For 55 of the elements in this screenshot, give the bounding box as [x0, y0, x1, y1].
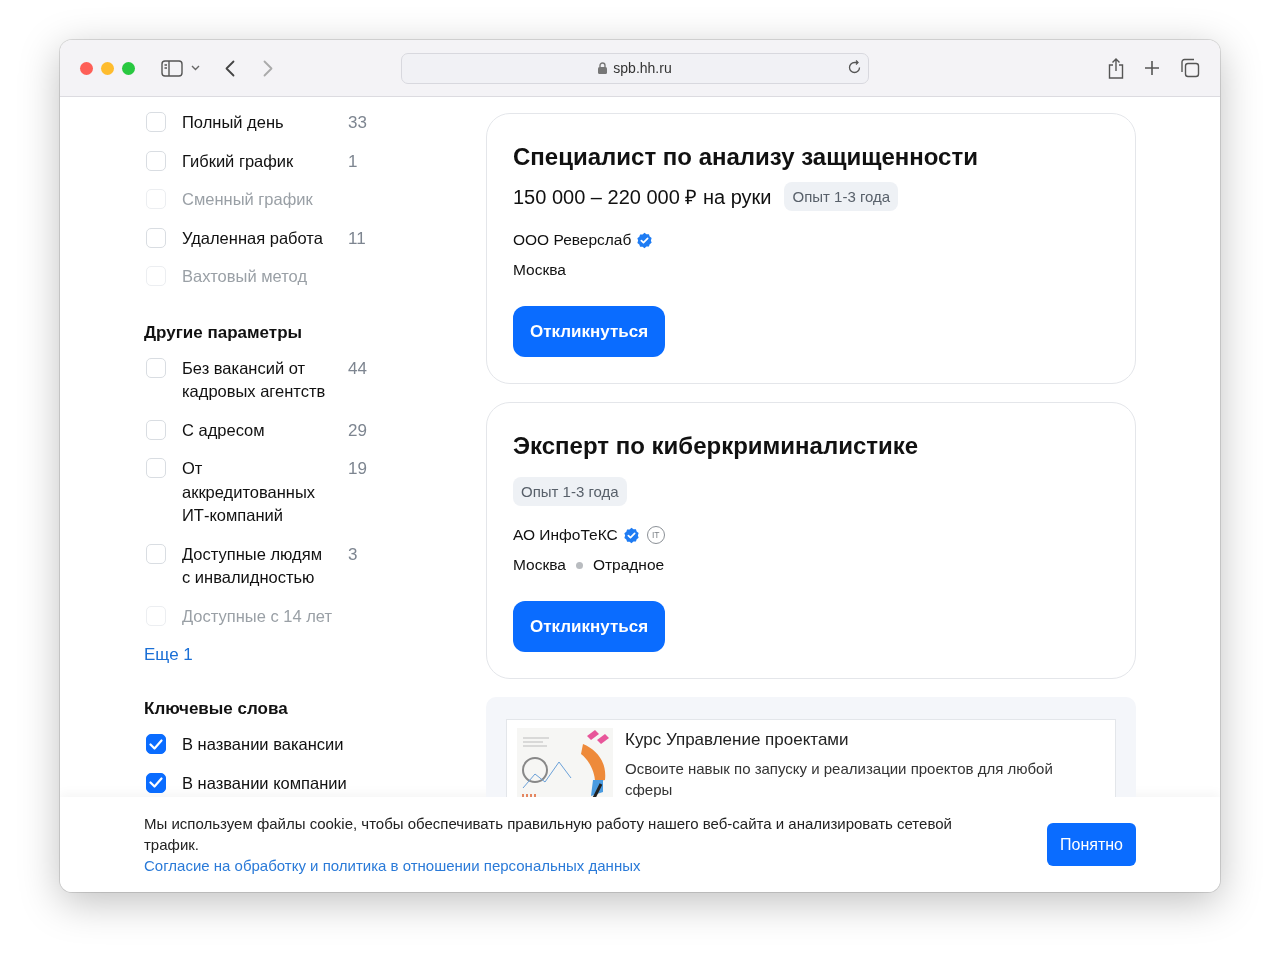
- respond-button[interactable]: Откликнуться: [513, 601, 666, 652]
- chevron-down-icon[interactable]: [191, 65, 200, 71]
- course-title: Курс Управление проектами: [625, 730, 850, 750]
- filter-count: 11: [348, 227, 366, 250]
- section-heading: Ключевые слова: [144, 699, 289, 719]
- section-heading: Другие параметры: [144, 322, 304, 343]
- metro-station: Отрадное: [592, 556, 665, 574]
- back-icon[interactable]: [225, 59, 235, 77]
- filter-label: Гибкий график: [182, 150, 295, 172]
- vacancy-title[interactable]: Эксперт по киберкриминалистике: [513, 431, 1109, 461]
- lock-icon: [598, 62, 608, 74]
- filter-label: Удаленная работа: [182, 227, 324, 249]
- close-window-button[interactable]: [80, 61, 93, 75]
- filter-label: Полный день: [182, 112, 285, 133]
- share-icon[interactable]: [1108, 57, 1124, 79]
- salary: 150 000 – 220 000 ₽ на руки: [513, 185, 772, 210]
- address-bar[interactable]: spb.hh.ru: [401, 52, 869, 84]
- vacancy-title[interactable]: Специалист по анализу защищенности: [513, 142, 1109, 172]
- filter-label: Доступные с 14 лет: [182, 605, 334, 627]
- checkbox[interactable]: [146, 734, 166, 754]
- sidebar-toggle-icon[interactable]: [161, 59, 183, 77]
- privacy-policy-link[interactable]: Согласие на обработку и политика в отношении персональных данных: [144, 857, 641, 874]
- filter-count: 19: [348, 458, 367, 480]
- filter-label: С адресом: [182, 419, 266, 441]
- company-name[interactable]: АО ИнфоТеКС: [513, 526, 618, 544]
- filter-label: Доступные людям с инвалидностью: [182, 543, 323, 588]
- cookie-notice-text: Мы используем файлы cookie, чтобы обеспечивать правильную работу нашего веб-сайта и анализировать сетевой трафик.: [144, 814, 953, 855]
- filter-label: Вахтовый метод: [182, 266, 308, 287]
- filter-count: 44: [348, 357, 367, 380]
- filter-count: 29: [348, 419, 367, 442]
- accept-cookies-button[interactable]: Понятно: [1047, 823, 1136, 866]
- experience-tag: Опыт 1-3 года: [513, 477, 627, 506]
- filter-label: Без вакансий от кадровых агентств: [182, 357, 327, 402]
- filter-label: Сменный график: [182, 189, 314, 210]
- minimize-window-button[interactable]: [101, 61, 114, 75]
- city: Москва: [513, 556, 566, 574]
- metro-dot-icon: [575, 561, 583, 569]
- show-more-link[interactable]: Еще 1: [144, 645, 193, 665]
- reload-icon[interactable]: [847, 59, 862, 75]
- filter-count: 1: [348, 150, 358, 173]
- filter-count: 3: [348, 543, 358, 566]
- filter-label: В названии вакансии: [182, 734, 345, 755]
- city: Москва: [513, 261, 566, 279]
- filter-count: 33: [348, 112, 367, 134]
- url-text: spb.hh.ru: [613, 60, 672, 76]
- zoom-window-button[interactable]: [122, 61, 135, 75]
- filter-label: От аккредитованных ИТ-компаний: [182, 458, 317, 526]
- checkbox[interactable]: [146, 772, 166, 793]
- tabs-overview-icon[interactable]: [1180, 58, 1200, 78]
- company-name[interactable]: ООО Реверслаб: [513, 231, 632, 249]
- experience-tag: Опыт 1-3 года: [784, 182, 899, 211]
- new-tab-icon[interactable]: [1144, 60, 1160, 76]
- forward-icon[interactable]: [263, 59, 273, 77]
- respond-button[interactable]: Откликнуться: [513, 306, 666, 357]
- filter-label: В названии компании: [182, 772, 348, 794]
